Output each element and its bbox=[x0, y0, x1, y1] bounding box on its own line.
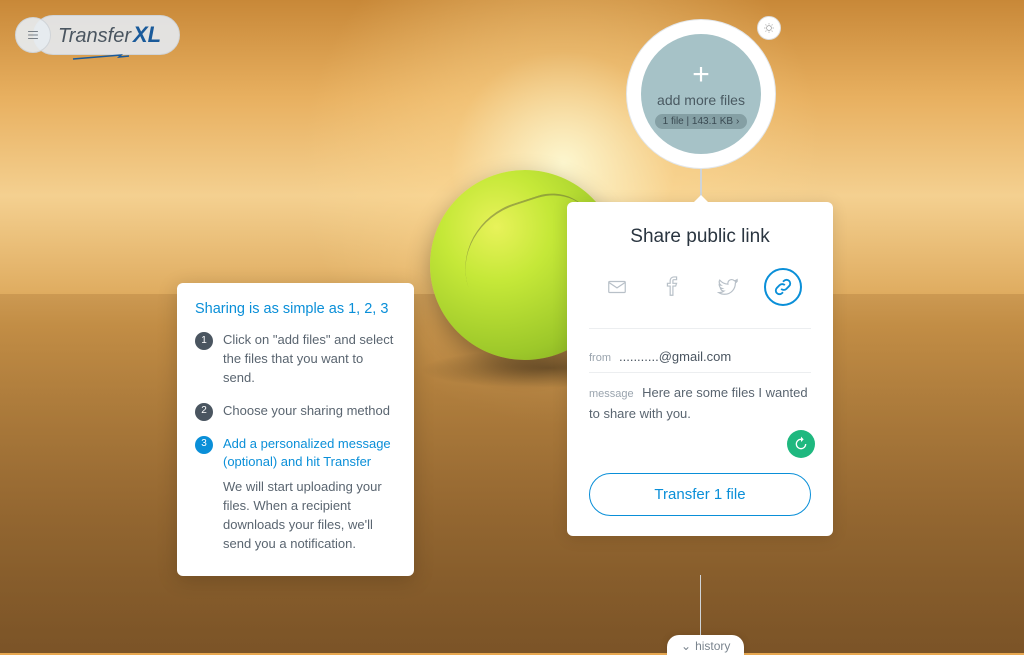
step-number-badge: 2 bbox=[195, 403, 213, 421]
share-facebook-button[interactable] bbox=[653, 268, 691, 306]
connector-arrow bbox=[692, 195, 710, 204]
instruction-step-1: 1 Click on "add files" and select the fi… bbox=[195, 331, 396, 388]
transfer-button[interactable]: Transfer 1 file bbox=[589, 473, 811, 516]
hamburger-icon bbox=[26, 28, 40, 42]
connector-line-bottom bbox=[700, 575, 701, 635]
add-files-label: add more files bbox=[657, 92, 745, 108]
step-number-badge: 3 bbox=[195, 436, 213, 454]
add-more-files-button[interactable]: + add more files 1 file | 143.1 KB › bbox=[641, 34, 761, 154]
file-summary-badge[interactable]: 1 file | 143.1 KB › bbox=[655, 114, 748, 129]
share-link-button[interactable] bbox=[764, 268, 802, 306]
history-label: history bbox=[695, 639, 730, 653]
message-label: message bbox=[589, 388, 634, 400]
share-card-title: Share public link bbox=[589, 226, 811, 248]
share-email-button[interactable] bbox=[598, 268, 636, 306]
menu-button[interactable] bbox=[15, 17, 51, 53]
captcha-badge[interactable] bbox=[787, 430, 815, 458]
chevron-right-icon: › bbox=[736, 116, 739, 127]
logo-swoosh-icon bbox=[71, 53, 131, 61]
instruction-step-3: 3 Add a personalized message (optional) … bbox=[195, 435, 396, 554]
share-card: Share public link from message Here are … bbox=[567, 202, 833, 536]
step-text: Add a personalized message (optional) an… bbox=[223, 435, 396, 473]
share-methods bbox=[589, 268, 811, 329]
refresh-icon bbox=[793, 436, 809, 452]
add-files-circle-wrapper: + add more files 1 file | 143.1 KB › bbox=[626, 19, 776, 169]
logo-suffix: XL bbox=[133, 22, 161, 48]
email-icon bbox=[606, 276, 628, 298]
from-row: from bbox=[589, 343, 811, 373]
gear-icon bbox=[763, 22, 775, 34]
from-input[interactable] bbox=[619, 349, 811, 364]
logo-text: Transfer bbox=[58, 25, 131, 48]
share-twitter-button[interactable] bbox=[709, 268, 747, 306]
message-block: message Here are some files I wanted to … bbox=[589, 383, 811, 435]
settings-button[interactable] bbox=[757, 16, 781, 40]
link-icon bbox=[772, 276, 794, 298]
plus-icon: + bbox=[692, 60, 710, 90]
instruction-step-2: 2 Choose your sharing method bbox=[195, 402, 396, 421]
history-button[interactable]: ⌄ history bbox=[667, 635, 744, 655]
facebook-icon bbox=[661, 276, 683, 298]
instructions-title: Sharing is as simple as 1, 2, 3 bbox=[195, 301, 396, 317]
file-summary-text: 1 file | 143.1 KB bbox=[663, 116, 733, 127]
header: TransferXL bbox=[15, 15, 180, 55]
chevron-down-icon: ⌄ bbox=[681, 639, 691, 653]
from-label: from bbox=[589, 352, 611, 364]
twitter-icon bbox=[717, 276, 739, 298]
step-number-badge: 1 bbox=[195, 332, 213, 350]
logo[interactable]: TransferXL bbox=[33, 15, 180, 55]
step-subtext: We will start uploading your files. When… bbox=[223, 478, 396, 553]
instructions-card: Sharing is as simple as 1, 2, 3 1 Click … bbox=[177, 283, 414, 576]
step-text: Choose your sharing method bbox=[223, 402, 390, 421]
step-text: Click on "add files" and select the file… bbox=[223, 331, 396, 388]
